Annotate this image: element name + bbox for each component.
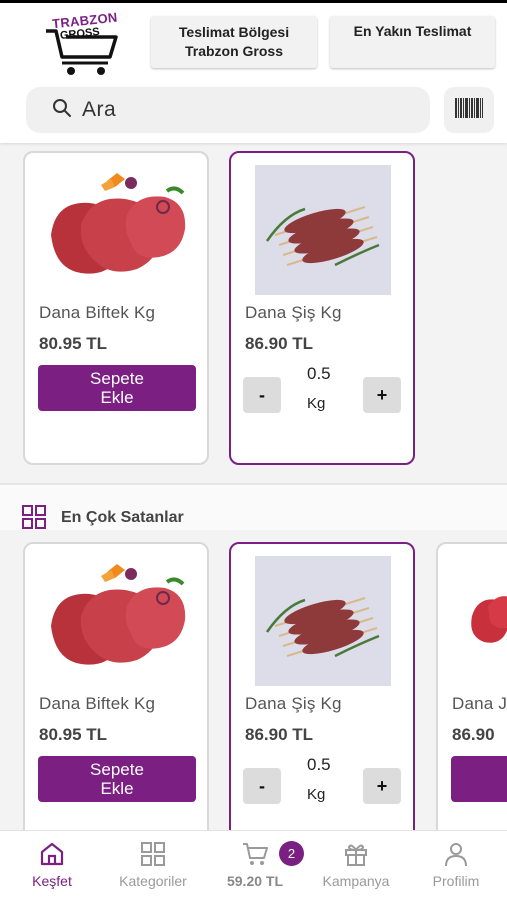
- gift-icon: [343, 841, 369, 867]
- quantity-value: 0.5: [307, 755, 331, 774]
- skewer-image: [255, 165, 391, 295]
- search-icon: [52, 98, 72, 123]
- add-to-cart-line2: Ekle: [100, 388, 134, 407]
- product-card[interactable]: Dana Biftek Kg 80.95 TL Sepete Ekle: [23, 542, 209, 830]
- product-row-best-sellers[interactable]: Dana Biftek Kg 80.95 TL Sepete Ekle Dana…: [0, 530, 507, 830]
- nearest-delivery-button[interactable]: En Yakın Teslimat: [330, 16, 495, 68]
- meat-cubes-image: [458, 556, 507, 676]
- quantity-value: 0.5: [307, 364, 331, 383]
- add-to-cart-button[interactable]: S: [451, 756, 507, 802]
- section-title: En Çok Satanlar: [61, 509, 184, 526]
- nav-label-categories: Kategoriler: [119, 873, 187, 889]
- quantity-increase-button[interactable]: +: [363, 768, 401, 804]
- cart-count-badge: 2: [279, 841, 304, 866]
- nav-label-explore: Keşfet: [32, 873, 72, 889]
- nav-label-campaigns: Kampanya: [322, 873, 390, 889]
- add-to-cart-line1: Sepete: [90, 760, 144, 779]
- product-price: 86.90 TL: [245, 334, 314, 353]
- grid-icon: [140, 841, 166, 867]
- product-row-top[interactable]: Dana Biftek Kg 80.95 TL Sepete Ekle Dana…: [0, 143, 507, 483]
- product-price: 80.95 TL: [39, 725, 108, 744]
- user-icon: [443, 841, 469, 867]
- quantity-increase-button[interactable]: +: [363, 377, 401, 413]
- bottom-navigation: Keşfet Kategoriler 59.20 TL Kampanya Pro…: [0, 830, 507, 900]
- quantity-decrease-button[interactable]: -: [243, 377, 281, 413]
- product-price: 86.90 TL: [245, 725, 314, 744]
- nav-label-profile: Profilim: [432, 873, 480, 889]
- steak-image: [41, 165, 191, 285]
- quantity-unit: Kg: [307, 786, 326, 803]
- add-to-cart-line2: Ekle: [100, 779, 134, 798]
- skewer-image: [255, 556, 391, 686]
- search-placeholder: Ara: [82, 98, 117, 121]
- product-name: Dana Biftek Kg: [39, 694, 156, 713]
- trabzon-gross-logo[interactable]: TRABZON GROSS: [44, 10, 124, 75]
- barcode-icon: [454, 97, 484, 124]
- cart-icon: [241, 841, 269, 867]
- nav-cart[interactable]: 59.20 TL: [220, 831, 290, 900]
- quantity-decrease-button[interactable]: -: [243, 768, 281, 804]
- product-name: Dana Biftek Kg: [39, 303, 156, 322]
- delivery-region-value: Trabzon Gross: [184, 43, 284, 59]
- nav-categories[interactable]: Kategoriler: [112, 831, 194, 900]
- delivery-region-title: Teslimat Bölgesi: [178, 24, 290, 40]
- nearest-delivery-label: En Yakın Teslimat: [353, 23, 472, 39]
- home-icon: [39, 841, 65, 867]
- product-card[interactable]: Dana Şiş Kg 86.90 TL - 0.5 Kg +: [229, 542, 415, 830]
- delivery-region-button[interactable]: Teslimat Bölgesi Trabzon Gross: [151, 16, 317, 68]
- product-name: Dana Şiş Kg: [245, 694, 342, 713]
- product-card[interactable]: Dana J 86.90 S: [436, 542, 507, 830]
- quantity-unit: Kg: [307, 395, 326, 412]
- barcode-scan-button[interactable]: [444, 87, 494, 133]
- app-header: TRABZON GROSS Teslimat Bölgesi Trabzon G…: [0, 3, 507, 143]
- add-to-cart-line1: Sepete: [90, 369, 144, 388]
- add-to-cart-button[interactable]: Sepete Ekle: [38, 365, 196, 411]
- product-price: 80.95 TL: [39, 334, 108, 353]
- product-card[interactable]: Dana Şiş Kg 86.90 TL - 0.5 Kg +: [229, 151, 415, 465]
- steak-image: [41, 556, 191, 676]
- product-card[interactable]: Dana Biftek Kg 80.95 TL Sepete Ekle: [23, 151, 209, 465]
- product-name: Dana J: [452, 694, 507, 713]
- nav-label-cart-total: 59.20 TL: [226, 873, 284, 889]
- add-to-cart-button[interactable]: Sepete Ekle: [38, 756, 196, 802]
- product-name: Dana Şiş Kg: [245, 303, 342, 322]
- nav-profile[interactable]: Profilim: [424, 831, 488, 900]
- product-price: 86.90: [452, 725, 495, 744]
- search-input[interactable]: Ara: [26, 87, 430, 133]
- nav-campaigns[interactable]: Kampanya: [316, 831, 396, 900]
- nav-explore[interactable]: Keşfet: [22, 831, 82, 900]
